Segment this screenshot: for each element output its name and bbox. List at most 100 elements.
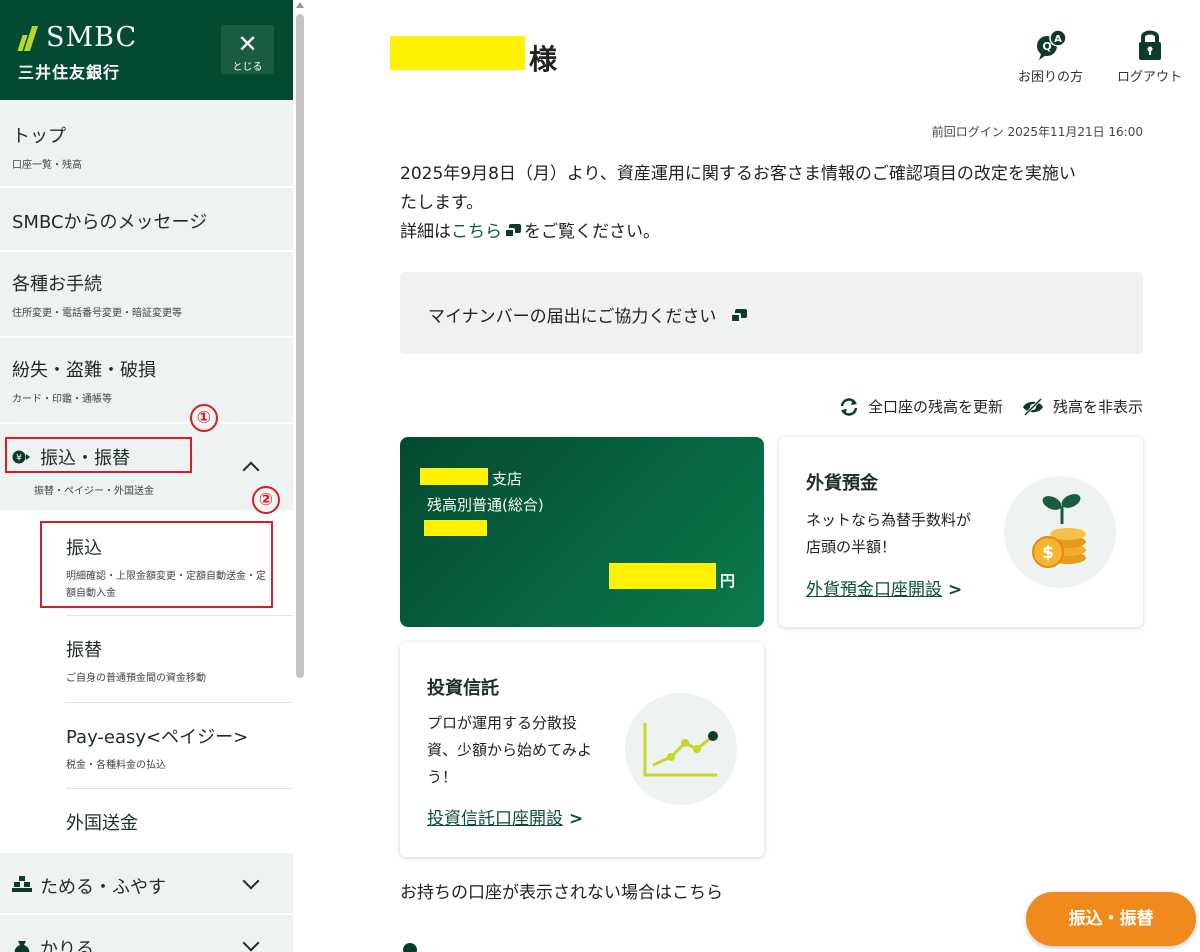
investment-trust-title: 投資信託 bbox=[427, 678, 499, 699]
sidebar-item-label: トップ bbox=[12, 126, 66, 147]
qa-help-icon: Q A bbox=[1036, 29, 1067, 60]
smbc-logo-mark-icon bbox=[17, 23, 40, 53]
logo-text-jp: 三井住友銀行 bbox=[18, 63, 121, 82]
submenu-item-furikae[interactable]: 振替 ご自身の普通預金間の資金移動 bbox=[66, 616, 293, 703]
scroll-up-arrow-icon[interactable] bbox=[296, 2, 304, 8]
submenu-item-sublabel: ご自身の普通預金間の資金移動 bbox=[66, 673, 206, 684]
redacted-customer-name bbox=[390, 36, 525, 70]
notice-line-1: 2025年9月8日（月）より、資産運用に関するお客さま情報のご確認項目の改定を実… bbox=[400, 164, 1076, 184]
notice-details-link[interactable]: こちら bbox=[451, 222, 502, 242]
sidebar: SMBC 三井住友銀行 ✕ とじる トップ 口座一覧・残高 SMBCからのメッセ… bbox=[0, 0, 293, 952]
svg-text:A: A bbox=[1054, 34, 1062, 45]
refresh-balance-button[interactable]: 全口座の残高を更新 bbox=[838, 396, 1003, 417]
hide-balance-button[interactable]: 残高を非表示 bbox=[1021, 396, 1143, 417]
close-menu-label: とじる bbox=[232, 62, 263, 73]
customer-name-suffix: 様 bbox=[529, 43, 558, 76]
mynumber-banner[interactable]: マイナンバーの届出にご協力ください bbox=[400, 272, 1143, 354]
sidebar-item-sublabel: 住所変更・電話番号変更・暗証変更等 bbox=[12, 308, 182, 319]
coin-plant-illustration: $ bbox=[1004, 476, 1116, 588]
sidebar-item-top[interactable]: トップ 口座一覧・残高 bbox=[0, 100, 293, 188]
main-content: 様 Q A お困りの方 ログアウト 前回ログイン 2025年11月21日 16:… bbox=[307, 0, 1200, 952]
refresh-balance-label: 全口座の残高を更新 bbox=[867, 398, 1003, 416]
foreign-deposit-open-link[interactable]: 外貨預金口座開設 > bbox=[806, 575, 962, 600]
submenu-item-sublabel: 税金・各種料金の払込 bbox=[66, 760, 166, 771]
notice-line-3-pre: 詳細は bbox=[400, 222, 451, 242]
foreign-deposit-desc-line-1: ネットなら為替手数料が bbox=[806, 511, 972, 529]
smbc-logo[interactable]: SMBC 三井住友銀行 bbox=[17, 22, 138, 83]
balance-actions: 全口座の残高を更新 残高を非表示 bbox=[838, 396, 1143, 417]
sidebar-item-lost-stolen[interactable]: 紛失・盗難・破損 カード・印鑑・通帳等 bbox=[0, 338, 293, 424]
rising-chart-icon bbox=[643, 723, 718, 777]
sidebar-header: SMBC 三井住友銀行 ✕ とじる bbox=[0, 0, 293, 100]
sidebar-item-borrow[interactable]: かりる bbox=[0, 915, 293, 952]
missing-account-link[interactable]: お持ちの口座が表示されない場合はこちら bbox=[400, 878, 723, 903]
help-button[interactable]: Q A お困りの方 bbox=[1018, 28, 1083, 85]
redacted-branch-name bbox=[420, 468, 488, 485]
sidebar-item-sublabel: 振替・ペイジー・外国送金 bbox=[34, 486, 154, 497]
investment-trust-desc: プロが運用する分散投 資、少額から始めてみよ う！ bbox=[427, 710, 592, 791]
logout-button[interactable]: ログアウト bbox=[1117, 28, 1182, 85]
foreign-deposit-open-label: 外貨預金口座開設 bbox=[806, 580, 942, 600]
investment-trust-desc-line-3: う！ bbox=[427, 768, 458, 786]
chevron-right-icon: > bbox=[948, 580, 963, 600]
foreign-deposit-title: 外貨預金 bbox=[806, 473, 878, 494]
scrollbar-thumb[interactable] bbox=[296, 14, 304, 678]
investment-trust-desc-line-2: 資、少額から始めてみよ bbox=[427, 741, 593, 759]
submenu-item-payeasy[interactable]: Pay-easy<ペイジー> 税金・各種料金の払込 bbox=[66, 703, 293, 789]
coin-sprout-icon: $ bbox=[1032, 494, 1086, 568]
partial-section-heading-icon bbox=[403, 943, 417, 952]
notice-text: 2025年9月8日（月）より、資産運用に関するお客さま情報のご確認項目の改定を実… bbox=[400, 160, 1150, 247]
transfer-fab-button[interactable]: 振込・振替 bbox=[1026, 892, 1196, 946]
notice-line-3-post: をご覧ください。 bbox=[524, 222, 660, 242]
account-type: 残高別普通(総合) bbox=[427, 496, 544, 514]
external-link-icon bbox=[729, 309, 748, 323]
investment-trust-card: 投資信託 プロが運用する分散投 資、少額から始めてみよ う！ 投資信託口座開設 > bbox=[400, 642, 764, 857]
page-root: SMBC 三井住友銀行 ✕ とじる トップ 口座一覧・残高 SMBCからのメッセ… bbox=[0, 0, 1200, 952]
refresh-icon bbox=[840, 397, 858, 416]
submenu-item-label: 振替 bbox=[66, 640, 102, 661]
annotation-number-2: ② bbox=[252, 486, 280, 514]
sidebar-item-label: 各種お手続 bbox=[12, 274, 102, 295]
currency-unit: 円 bbox=[720, 572, 736, 590]
investment-trust-open-link[interactable]: 投資信託口座開設 > bbox=[427, 804, 583, 829]
sidebar-item-save-invest[interactable]: ためる・ふやす bbox=[0, 853, 293, 915]
annotation-box-1 bbox=[5, 437, 192, 473]
coins-icon bbox=[12, 876, 32, 892]
eye-slash-icon bbox=[1022, 397, 1043, 416]
submenu-item-foreign-remittance[interactable]: 外国送金 bbox=[66, 789, 293, 853]
hide-balance-label: 残高を非表示 bbox=[1052, 398, 1143, 416]
notice-line-2: たします。 bbox=[400, 193, 484, 213]
redacted-account-number bbox=[424, 520, 487, 536]
foreign-deposit-desc: ネットなら為替手数料が 店頭の半額！ bbox=[806, 507, 971, 561]
sidebar-item-sublabel: 口座一覧・残高 bbox=[12, 160, 82, 171]
chart-illustration bbox=[625, 693, 737, 805]
foreign-deposit-desc-line-2: 店頭の半額！ bbox=[806, 538, 897, 556]
logout-label: ログアウト bbox=[1117, 70, 1183, 85]
branch-suffix: 支店 bbox=[492, 470, 523, 488]
money-bag-icon bbox=[14, 941, 30, 952]
close-menu-button[interactable]: ✕ とじる bbox=[221, 25, 274, 74]
annotation-number-1: ① bbox=[190, 404, 218, 432]
sidebar-scrollbar[interactable] bbox=[293, 0, 307, 952]
investment-trust-desc-line-1: プロが運用する分散投 bbox=[427, 714, 578, 732]
sidebar-item-messages[interactable]: SMBCからのメッセージ bbox=[0, 188, 293, 252]
external-link-icon bbox=[504, 224, 522, 238]
sidebar-item-label: かりる bbox=[40, 939, 94, 952]
sidebar-item-label: ためる・ふやす bbox=[40, 877, 166, 898]
submenu-item-label: 外国送金 bbox=[66, 813, 138, 834]
sidebar-item-sublabel: カード・印鑑・通帳等 bbox=[12, 394, 112, 405]
last-login-text: 前回ログイン 2025年11月21日 16:00 bbox=[931, 125, 1143, 139]
sidebar-item-label: 紛失・盗難・破損 bbox=[12, 360, 156, 381]
close-icon: ✕ bbox=[237, 30, 258, 58]
sidebar-item-procedures[interactable]: 各種お手続 住所変更・電話番号変更・暗証変更等 bbox=[0, 252, 293, 338]
annotation-box-2 bbox=[40, 521, 273, 608]
mynumber-label: マイナンバーの届出にご協力ください bbox=[428, 307, 717, 327]
logo-text-en: SMBC bbox=[46, 22, 138, 53]
chevron-down-icon[interactable] bbox=[242, 872, 260, 890]
help-label: お困りの方 bbox=[1018, 70, 1084, 85]
foreign-deposit-card: 外貨預金 ネットなら為替手数料が 店頭の半額！ 外貨預金口座開設 > $ bbox=[779, 437, 1143, 627]
submenu-item-label: Pay-easy<ペイジー> bbox=[66, 727, 249, 748]
svg-text:$: $ bbox=[1042, 543, 1054, 563]
account-card[interactable]: 支店 残高別普通(総合) 円 bbox=[400, 437, 764, 627]
redacted-balance bbox=[609, 563, 716, 589]
